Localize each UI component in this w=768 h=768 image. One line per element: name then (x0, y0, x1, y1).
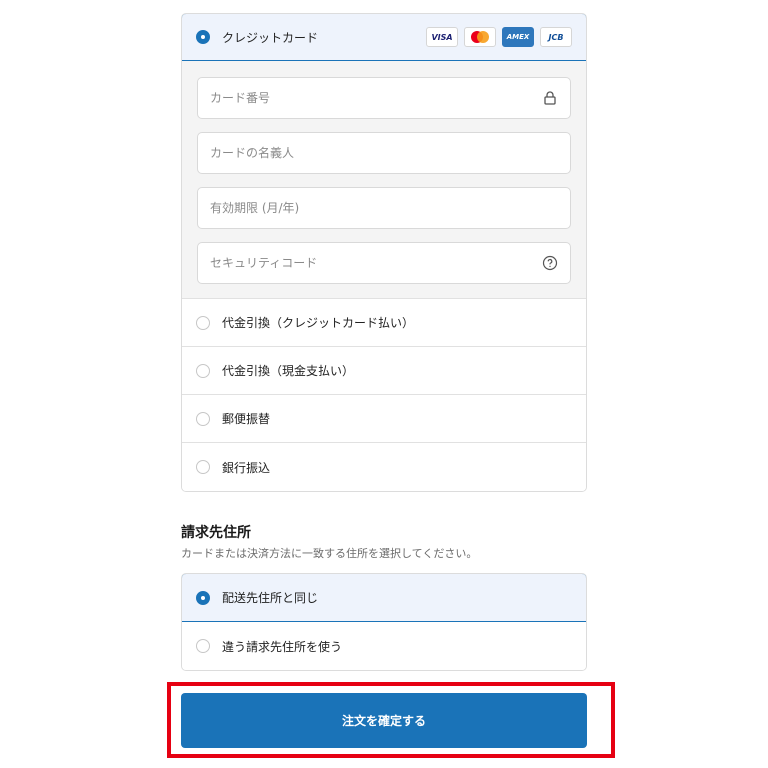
credit-card-label: クレジットカード (222, 30, 319, 45)
security-code-field-wrap (197, 242, 571, 284)
billing-option-same-as-shipping[interactable]: 配送先住所と同じ (182, 574, 586, 622)
radio-unselected-icon[interactable] (196, 315, 210, 330)
card-number-input[interactable] (208, 90, 542, 106)
card-brand-logos: VISA AMEX JCB (426, 27, 572, 47)
mastercard-logo-icon (464, 27, 496, 47)
visa-logo-icon: VISA (426, 27, 458, 47)
payment-option-label: 銀行振込 (222, 460, 271, 475)
payment-method-box: クレジットカード VISA AMEX JCB カード番号 カードの名義人 有効期… (181, 13, 587, 492)
expiry-input[interactable] (208, 200, 558, 216)
radio-unselected-icon[interactable] (196, 363, 210, 378)
payment-method-section: クレジットカード VISA AMEX JCB カード番号 カードの名義人 有効期… (181, 13, 587, 492)
billing-address-options: 配送先住所と同じ 違う請求先住所を使う (181, 573, 587, 671)
payment-option-credit-card[interactable]: クレジットカード VISA AMEX JCB (182, 14, 586, 61)
lock-icon (544, 91, 556, 105)
card-name-input[interactable] (208, 145, 558, 161)
billing-option-label: 違う請求先住所を使う (222, 639, 343, 654)
expiry-field-wrap (197, 187, 571, 229)
jcb-logo-icon: JCB (540, 27, 572, 47)
payment-option-label: 代金引換（クレジットカード払い） (222, 316, 415, 330)
radio-selected-icon[interactable] (196, 590, 210, 605)
radio-unselected-icon[interactable] (196, 639, 210, 653)
billing-address-title: 請求先住所 (181, 525, 251, 541)
card-number-field-wrap (197, 77, 571, 119)
amex-logo-icon: AMEX (502, 27, 534, 47)
security-code-input[interactable] (208, 255, 542, 271)
radio-unselected-icon[interactable] (196, 411, 210, 426)
payment-option-postal-transfer[interactable]: 郵便振替 (182, 395, 586, 443)
payment-option-label: 郵便振替 (222, 412, 271, 426)
billing-address-description: カードまたは決済方法に一致する住所を選択してください。 (181, 547, 478, 560)
payment-option-label: 代金引換（現金支払い） (222, 364, 355, 378)
help-circle-icon[interactable] (542, 255, 558, 271)
radio-selected-icon[interactable] (196, 30, 210, 44)
payment-option-bank-transfer[interactable]: 銀行振込 (182, 443, 586, 491)
radio-unselected-icon[interactable] (196, 460, 210, 474)
confirm-order-button[interactable]: 注文を確定する (181, 693, 587, 748)
credit-card-fields (182, 61, 586, 299)
card-name-field-wrap (197, 132, 571, 174)
payment-option-cod-card[interactable]: 代金引換（クレジットカード払い） (182, 299, 586, 347)
billing-option-label: 配送先住所と同じ (222, 591, 319, 605)
payment-option-cod-cash[interactable]: 代金引換（現金支払い） (182, 347, 586, 395)
billing-option-different-address[interactable]: 違う請求先住所を使う (182, 622, 586, 670)
